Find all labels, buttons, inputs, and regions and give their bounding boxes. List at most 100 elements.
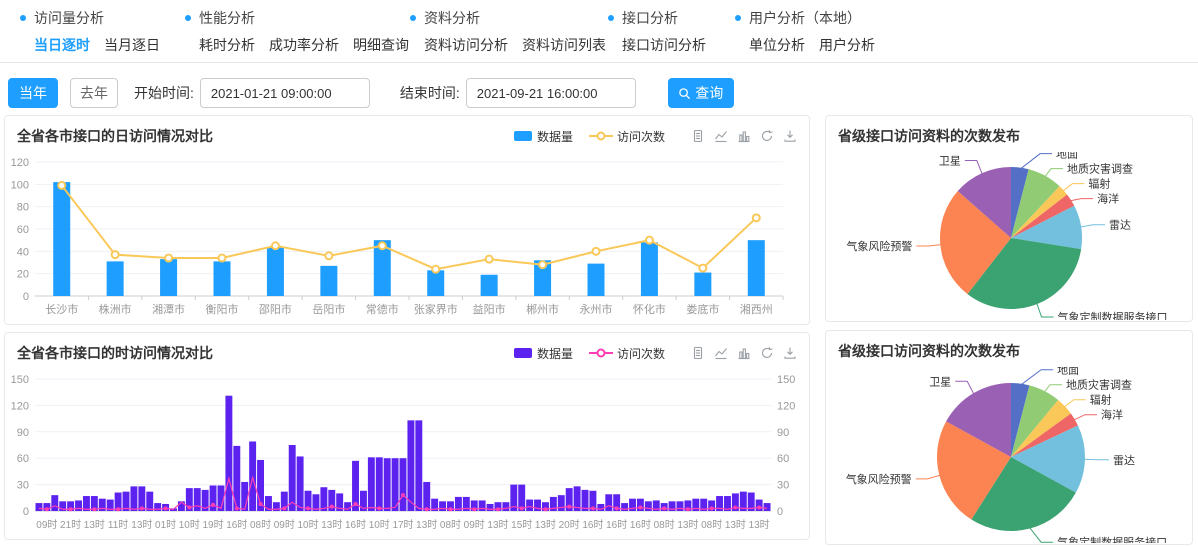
hourly-access-chart-panel: 全省各市接口的时访问情况对比 数据量 访问次数 0030306060909012… <box>4 332 810 540</box>
nav-group-title: 访问量分析 <box>20 8 160 28</box>
bullet-icon <box>608 15 614 21</box>
svg-text:13时: 13时 <box>535 519 556 531</box>
nav-item-success-rate[interactable]: 成功率分析 <box>269 35 339 55</box>
nav-item-data-access-list[interactable]: 资料访问列表 <box>522 35 606 55</box>
svg-text:0: 0 <box>23 291 29 303</box>
svg-text:雷达: 雷达 <box>1109 219 1131 232</box>
switch-to-line-chart-icon[interactable] <box>714 129 728 143</box>
svg-text:20时: 20时 <box>559 519 580 531</box>
province-access-pie-chart-2[interactable]: 地面地质灾害调查辐射海洋雷达气象定制数据服务接口卫星气象风险预警 <box>826 367 1192 543</box>
chart-toolbox <box>691 129 797 143</box>
svg-text:13时: 13时 <box>487 519 508 531</box>
save-as-image-icon[interactable] <box>783 346 797 360</box>
line-swatch-icon <box>589 347 613 359</box>
svg-text:16时: 16时 <box>606 519 627 531</box>
nav-group-users: 用户分析（本地） 单位分析 用户分析 <box>735 8 875 55</box>
svg-text:08时: 08时 <box>440 519 461 531</box>
svg-text:地质灾害调查: 地质灾害调查 <box>1066 378 1132 392</box>
nav-item-data-access-analysis[interactable]: 资料访问分析 <box>424 35 508 55</box>
svg-text:08时: 08时 <box>250 519 271 531</box>
svg-text:13时: 13时 <box>321 519 342 531</box>
province-access-pie-chart-1[interactable]: 地面地质灾害调查辐射海洋雷达气象定制数据服务接口卫星气象风险预警 <box>826 152 1192 320</box>
hourly-bar-line-chart[interactable]: 0030306060909012012015015009时21时13时11时13… <box>5 369 805 535</box>
legend-label: 数据量 <box>537 128 573 145</box>
this-year-button[interactable]: 当年 <box>8 78 58 108</box>
nav-group-title: 用户分析（本地） <box>735 8 875 28</box>
svg-text:60: 60 <box>777 453 789 465</box>
svg-text:辐射: 辐射 <box>1088 177 1110 191</box>
svg-text:海洋: 海洋 <box>1101 408 1123 422</box>
svg-text:150: 150 <box>777 374 795 386</box>
legend-item-visit-count[interactable]: 访问次数 <box>589 128 665 145</box>
svg-text:15时: 15时 <box>511 519 532 531</box>
start-time-label: 开始时间: <box>134 83 194 103</box>
svg-text:40: 40 <box>17 246 29 258</box>
nav-group-title-text: 访问量分析 <box>34 8 104 28</box>
nav-item-detail-query[interactable]: 明细查询 <box>353 35 409 55</box>
nav-group-data: 资料分析 资料访问分析 资料访问列表 <box>410 8 606 55</box>
save-as-image-icon[interactable] <box>783 129 797 143</box>
daily-chart-title: 全省各市接口的日访问情况对比 <box>17 126 213 146</box>
switch-to-line-chart-icon[interactable] <box>714 346 728 360</box>
svg-text:地面: 地面 <box>1057 367 1079 377</box>
svg-text:岳阳市: 岳阳市 <box>312 302 345 316</box>
svg-text:永州市: 永州市 <box>580 302 613 316</box>
svg-text:卫星: 卫星 <box>939 155 961 168</box>
svg-text:海洋: 海洋 <box>1097 192 1119 206</box>
svg-text:地面: 地面 <box>1056 152 1078 161</box>
nav-item-time-cost[interactable]: 耗时分析 <box>199 35 255 55</box>
daily-bar-line-chart[interactable]: 020406080100120长沙市株洲市湘潭市衡阳市邵阳市岳阳市常德市张家界市… <box>5 152 805 320</box>
legend-label: 访问次数 <box>617 345 665 362</box>
svg-text:17时: 17时 <box>392 519 413 531</box>
svg-text:09时: 09时 <box>36 519 57 531</box>
nav-group-title-text: 用户分析（本地） <box>749 8 861 28</box>
svg-text:90: 90 <box>17 427 29 439</box>
svg-text:09时: 09时 <box>464 519 485 531</box>
last-year-button[interactable]: 去年 <box>70 78 118 108</box>
legend-item-visit-count[interactable]: 访问次数 <box>589 345 665 362</box>
nav-item-user-analysis[interactable]: 用户分析 <box>819 35 875 55</box>
svg-text:10时: 10时 <box>297 519 318 531</box>
end-time-input[interactable] <box>466 78 636 108</box>
daily-chart-legend: 数据量 访问次数 <box>513 128 665 145</box>
legend-label: 访问次数 <box>617 128 665 145</box>
legend-label: 数据量 <box>537 345 573 362</box>
data-view-icon[interactable] <box>691 346 705 360</box>
hourly-chart-legend: 数据量 访问次数 <box>513 345 665 362</box>
pie1-title: 省级接口访问资料的次数发布 <box>838 126 1020 146</box>
svg-text:08时: 08时 <box>654 519 675 531</box>
svg-text:长沙市: 长沙市 <box>45 302 78 316</box>
svg-text:0: 0 <box>777 506 783 518</box>
nav-item-month-daily[interactable]: 当月逐日 <box>104 35 160 55</box>
svg-text:卫星: 卫星 <box>929 375 951 388</box>
svg-text:气象风险预警: 气象风险预警 <box>846 472 912 486</box>
legend-item-data-volume[interactable]: 数据量 <box>513 128 573 145</box>
bullet-icon <box>20 15 26 21</box>
svg-text:气象定制数据服务接口: 气象定制数据服务接口 <box>1058 310 1168 320</box>
svg-text:13时: 13时 <box>677 519 698 531</box>
search-button-label: 查询 <box>695 83 723 103</box>
end-time-label: 结束时间: <box>400 83 460 103</box>
svg-text:湘西州: 湘西州 <box>740 302 773 316</box>
nav-item-unit-analysis[interactable]: 单位分析 <box>749 35 805 55</box>
switch-to-bar-chart-icon[interactable] <box>737 129 751 143</box>
restore-icon[interactable] <box>760 346 774 360</box>
search-button[interactable]: 查询 <box>668 78 734 108</box>
svg-text:60: 60 <box>17 453 29 465</box>
svg-text:16时: 16时 <box>582 519 603 531</box>
svg-text:13时: 13时 <box>416 519 437 531</box>
restore-icon[interactable] <box>760 129 774 143</box>
nav-group-title-text: 资料分析 <box>424 8 480 28</box>
bar-swatch-icon <box>513 347 533 359</box>
legend-item-data-volume[interactable]: 数据量 <box>513 345 573 362</box>
svg-text:郴州市: 郴州市 <box>526 302 559 316</box>
nav-item-interface-access-analysis[interactable]: 接口访问分析 <box>622 35 706 55</box>
svg-text:08时: 08时 <box>701 519 722 531</box>
switch-to-bar-chart-icon[interactable] <box>737 346 751 360</box>
nav-item-today-hourly[interactable]: 当日逐时 <box>34 35 90 55</box>
nav-group-title: 性能分析 <box>185 8 409 28</box>
start-time-input[interactable] <box>200 78 370 108</box>
data-view-icon[interactable] <box>691 129 705 143</box>
nav-group-title-text: 接口分析 <box>622 8 678 28</box>
svg-text:株洲市: 株洲市 <box>99 302 132 316</box>
